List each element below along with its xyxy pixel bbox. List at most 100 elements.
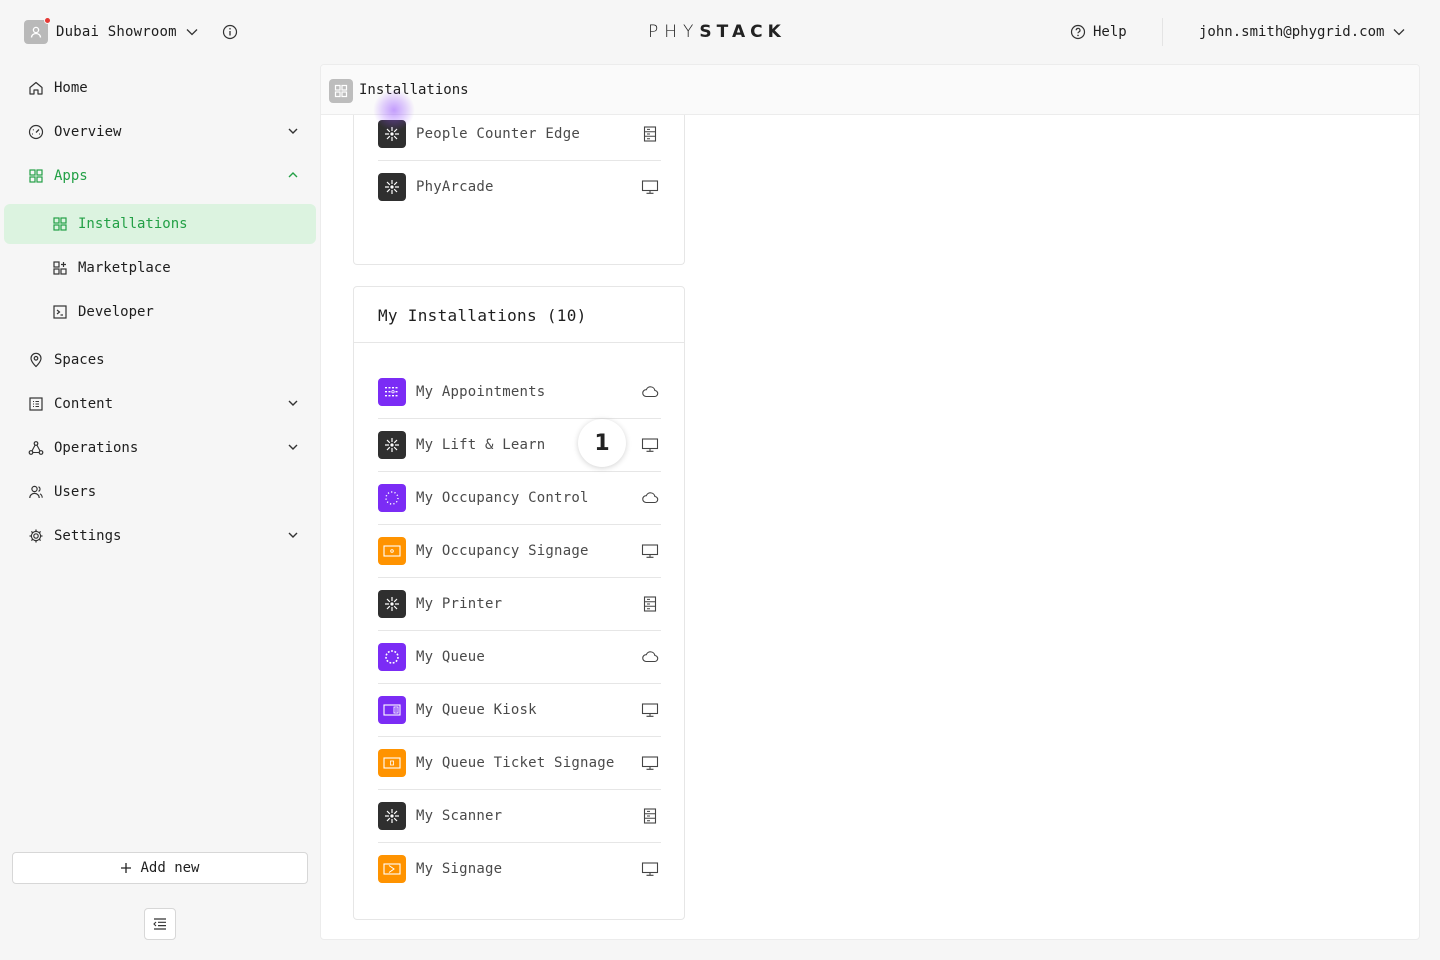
chevron-down-icon <box>1392 25 1406 39</box>
installation-name: My Appointments <box>416 384 546 400</box>
grid-icon <box>52 216 68 232</box>
add-new-label: Add new <box>140 860 200 876</box>
top-bar: Dubai Showroom PHY STACK Help john.smith@… <box>0 0 1440 64</box>
cloud-icon <box>641 649 659 665</box>
topbar-divider <box>1162 18 1163 46</box>
server-icon <box>641 596 659 612</box>
user-email: john.smith@phygrid.com <box>1199 24 1385 40</box>
list-item[interactable]: My Printer <box>378 578 661 631</box>
sidebar-item-label: Users <box>54 484 97 500</box>
server-icon <box>641 126 659 142</box>
queue-kiosk-app-icon <box>378 696 406 724</box>
chevron-down-icon <box>286 440 300 454</box>
page-header: Installations <box>321 65 1419 115</box>
sidebar-item-label: Spaces <box>54 352 105 368</box>
plus-icon <box>121 863 132 873</box>
collapse-sidebar-button[interactable] <box>144 908 176 940</box>
chevron-down-icon <box>286 124 300 138</box>
list-item[interactable]: My Appointments <box>378 366 661 419</box>
sidebar-item-label: Operations <box>54 440 139 456</box>
server-icon <box>641 808 659 824</box>
my-installations-card: My Installations (10) My Appointments My… <box>353 286 685 920</box>
installation-name: My Lift & Learn <box>416 437 546 453</box>
step-badge: 1 <box>578 419 626 467</box>
monitor-icon <box>641 543 659 559</box>
monitor-icon <box>641 755 659 771</box>
sidebar-item-installations[interactable]: Installations <box>4 204 316 244</box>
cloud-icon <box>641 490 659 506</box>
collapse-menu-icon <box>153 918 166 930</box>
gear-icon <box>28 528 44 544</box>
sidebar-item-users[interactable]: Users <box>4 472 316 512</box>
gauge-icon <box>28 124 44 140</box>
help-button[interactable]: Help <box>1070 22 1127 42</box>
sidebar-item-label: Overview <box>54 124 122 140</box>
installation-name: My Queue <box>416 649 486 665</box>
map-pin-icon <box>28 352 44 368</box>
page-title: Installations <box>359 82 469 98</box>
lift-learn-app-icon <box>378 431 406 459</box>
help-label: Help <box>1093 24 1127 40</box>
sidebar-item-label: Marketplace <box>78 260 171 276</box>
grid-icon <box>329 79 353 103</box>
chevron-down-icon <box>185 25 199 39</box>
users-icon <box>28 484 44 500</box>
installation-name: My Queue Kiosk <box>416 702 537 718</box>
installation-name: My Printer <box>416 596 503 612</box>
sidebar-item-marketplace[interactable]: Marketplace <box>4 248 316 288</box>
sidebar-item-label: Apps <box>54 168 88 184</box>
sidebar-item-label: Installations <box>78 216 188 232</box>
list-item[interactable]: People Counter Edge <box>378 108 661 161</box>
sidebar-item-spaces[interactable]: Spaces <box>4 340 316 380</box>
phystack-logo[interactable]: PHY STACK <box>648 21 786 43</box>
list-item[interactable]: PhyArcade <box>378 161 661 214</box>
sidebar-item-content[interactable]: Content <box>4 384 316 424</box>
queue-app-icon <box>378 643 406 671</box>
divider <box>354 342 684 343</box>
occupancy-control-app-icon <box>378 484 406 512</box>
sidebar-item-label: Home <box>54 80 88 96</box>
list-item[interactable]: My Queue <box>378 631 661 684</box>
workspace-switcher[interactable]: Dubai Showroom <box>24 17 199 44</box>
list-item[interactable]: My Queue Kiosk <box>378 684 661 737</box>
help-icon <box>1070 24 1086 40</box>
installation-name: My Occupancy Control <box>416 490 589 506</box>
app-icon <box>378 120 406 148</box>
app-icon <box>378 173 406 201</box>
workspace-avatar <box>24 17 51 44</box>
installation-name: My Scanner <box>416 808 503 824</box>
info-icon[interactable] <box>221 23 239 41</box>
workspace-name: Dubai Showroom <box>56 24 177 40</box>
installation-name: My Signage <box>416 861 503 877</box>
main-panel: Installations People Counter Edge PhyArc… <box>320 64 1420 940</box>
installation-name: My Occupancy Signage <box>416 543 589 559</box>
signage-app-icon <box>378 855 406 883</box>
sidebar: Home Overview Apps Installations Marketp… <box>0 64 320 960</box>
sidebar-item-label: Settings <box>54 528 122 544</box>
sidebar-item-operations[interactable]: Operations <box>4 428 316 468</box>
user-menu[interactable]: john.smith@phygrid.com <box>1199 22 1406 42</box>
add-new-button[interactable]: Add new <box>12 852 308 884</box>
sidebar-item-developer[interactable]: Developer <box>4 292 316 332</box>
scanner-app-icon <box>378 802 406 830</box>
terminal-icon <box>52 304 68 320</box>
sidebar-item-label: Developer <box>78 304 154 320</box>
sidebar-item-settings[interactable]: Settings <box>4 516 316 556</box>
network-icon <box>28 440 44 456</box>
list-item[interactable]: My Occupancy Control <box>378 472 661 525</box>
queue-ticket-signage-app-icon <box>378 749 406 777</box>
notification-dot <box>44 17 51 24</box>
sidebar-item-apps[interactable]: Apps <box>4 156 316 196</box>
appointments-app-icon <box>378 378 406 406</box>
list-item[interactable]: My Scanner <box>378 790 661 843</box>
list-item[interactable]: My Occupancy Signage <box>378 525 661 578</box>
list-item[interactable]: My Queue Ticket Signage <box>378 737 661 790</box>
monitor-icon <box>641 179 659 195</box>
home-icon <box>28 80 44 96</box>
list-item[interactable]: My Signage <box>378 843 661 896</box>
monitor-icon <box>641 702 659 718</box>
sidebar-item-home[interactable]: Home <box>4 68 316 108</box>
sidebar-item-overview[interactable]: Overview <box>4 112 316 152</box>
list-icon <box>28 396 44 412</box>
apps-plus-icon <box>52 260 68 276</box>
